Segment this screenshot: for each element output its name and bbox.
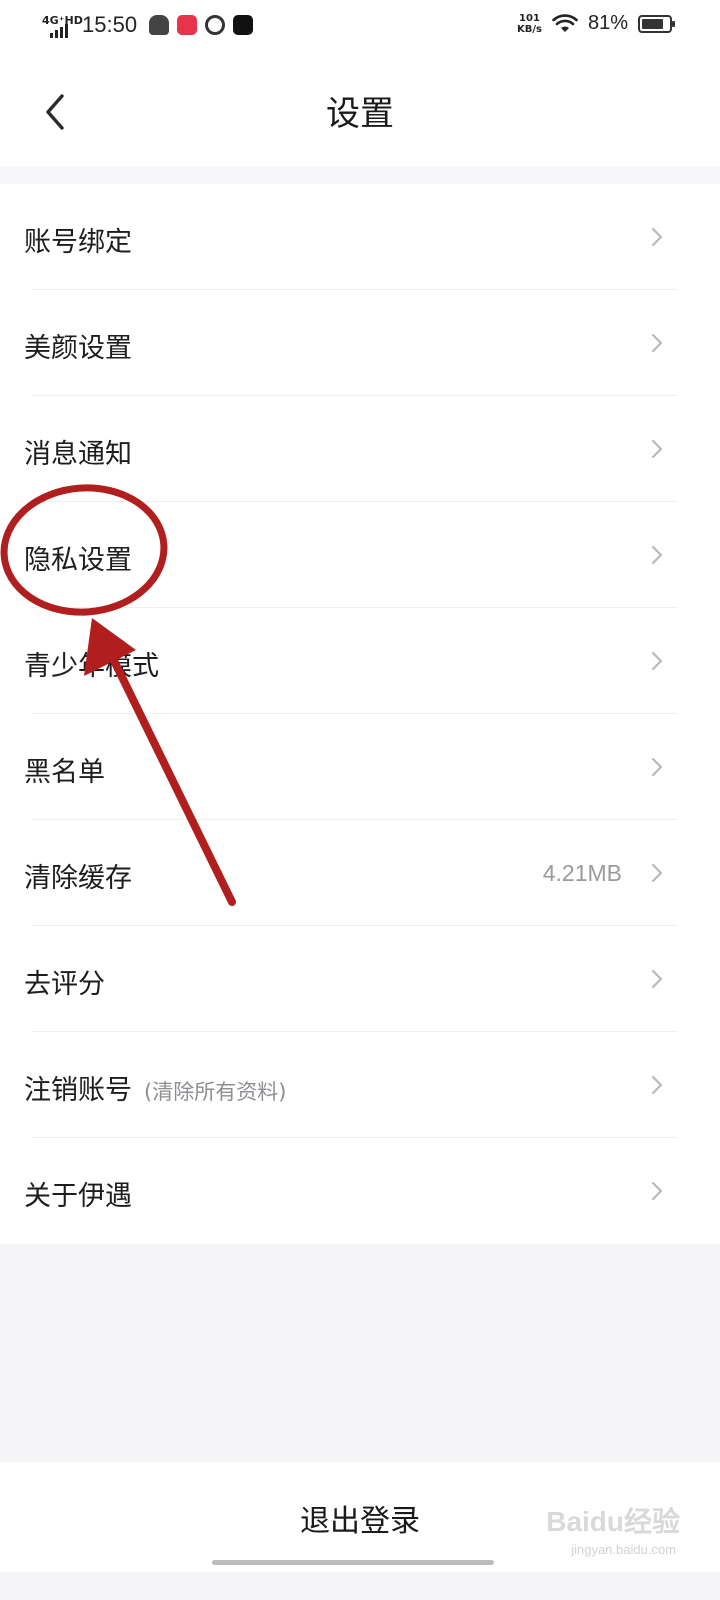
cellular-signal-icon: 4G⁺HD: [40, 10, 83, 40]
settings-list: 账号绑定 美颜设置 消息通知 隐私设置 青少年模式 黑名单 清除缓存 4.21M…: [0, 184, 720, 1244]
setting-notifications[interactable]: 消息通知: [0, 396, 720, 502]
chevron-right-icon: [651, 651, 663, 671]
setting-label: 黑名单: [24, 750, 105, 789]
red-app-icon: [177, 15, 198, 35]
home-indicator[interactable]: [212, 1560, 494, 1565]
setting-label-text: 黑名单: [24, 757, 105, 788]
setting-label-text: 消息通知: [24, 439, 132, 470]
setting-label-text: 青少年模式: [24, 651, 159, 682]
setting-label-text: 隐私设置: [24, 545, 132, 576]
setting-about[interactable]: 关于伊遇: [0, 1138, 720, 1244]
status-bar: 4G⁺HD 15:50 101 KB/s 81%: [0, 0, 720, 56]
setting-clear-cache[interactable]: 清除缓存 4.21MB: [0, 820, 720, 926]
setting-delete-account[interactable]: 注销账号 (清除所有资料): [0, 1032, 720, 1138]
wifi-icon: [552, 13, 578, 32]
battery-icon: [638, 14, 675, 33]
setting-beauty[interactable]: 美颜设置: [0, 290, 720, 396]
watermark-url: jingyan.baidu.com: [571, 1542, 676, 1557]
speed-unit: KB/s: [516, 23, 542, 35]
cache-size: 4.21MB: [542, 860, 622, 886]
setting-account-binding[interactable]: 账号绑定: [0, 184, 720, 290]
chevron-right-icon: [651, 439, 663, 459]
battery-percent: 81%: [587, 12, 628, 34]
ring-app-icon: [205, 15, 226, 35]
setting-label-text: 美颜设置: [24, 333, 132, 364]
chevron-right-icon: [651, 757, 663, 777]
chevron-right-icon: [651, 863, 663, 883]
setting-label-text: 关于伊遇: [24, 1181, 132, 1212]
nav-header: 设置: [0, 56, 720, 166]
setting-label: 清除缓存: [24, 856, 132, 895]
status-time: 15:50: [82, 12, 138, 37]
tiktok-app-icon: [233, 15, 254, 35]
setting-label: 去评分: [24, 962, 105, 1001]
page-title: 设置: [326, 94, 394, 134]
setting-label-text: 注销账号: [24, 1075, 132, 1106]
chevron-right-icon: [651, 1181, 663, 1201]
chevron-right-icon: [651, 1075, 663, 1095]
setting-sublabel: (清除所有资料): [144, 1080, 287, 1104]
setting-label: 消息通知: [24, 432, 132, 471]
chevron-right-icon: [651, 227, 663, 247]
watermark-brand: Baidu经验: [546, 1506, 680, 1537]
robot-app-icon: [149, 15, 170, 35]
chevron-right-icon: [651, 969, 663, 989]
setting-teen-mode[interactable]: 青少年模式: [0, 608, 720, 714]
section-gap: [0, 166, 720, 184]
chevron-right-icon: [651, 333, 663, 353]
speed-value: 101: [519, 12, 540, 24]
chevron-right-icon: [651, 545, 663, 565]
setting-label: 关于伊遇: [24, 1174, 132, 1213]
setting-label: 注销账号 (清除所有资料): [24, 1068, 286, 1107]
setting-privacy[interactable]: 隐私设置: [0, 502, 720, 608]
setting-label: 隐私设置: [24, 538, 132, 577]
network-speed: 101 KB/s: [517, 13, 542, 35]
setting-rate[interactable]: 去评分: [0, 926, 720, 1032]
setting-label-text: 账号绑定: [24, 227, 132, 258]
setting-label: 账号绑定: [24, 220, 132, 259]
setting-label: 美颜设置: [24, 326, 132, 365]
setting-label: 青少年模式: [24, 644, 159, 683]
setting-label-text: 去评分: [24, 969, 105, 1000]
setting-label-text: 清除缓存: [24, 863, 132, 894]
setting-blacklist[interactable]: 黑名单: [0, 714, 720, 820]
